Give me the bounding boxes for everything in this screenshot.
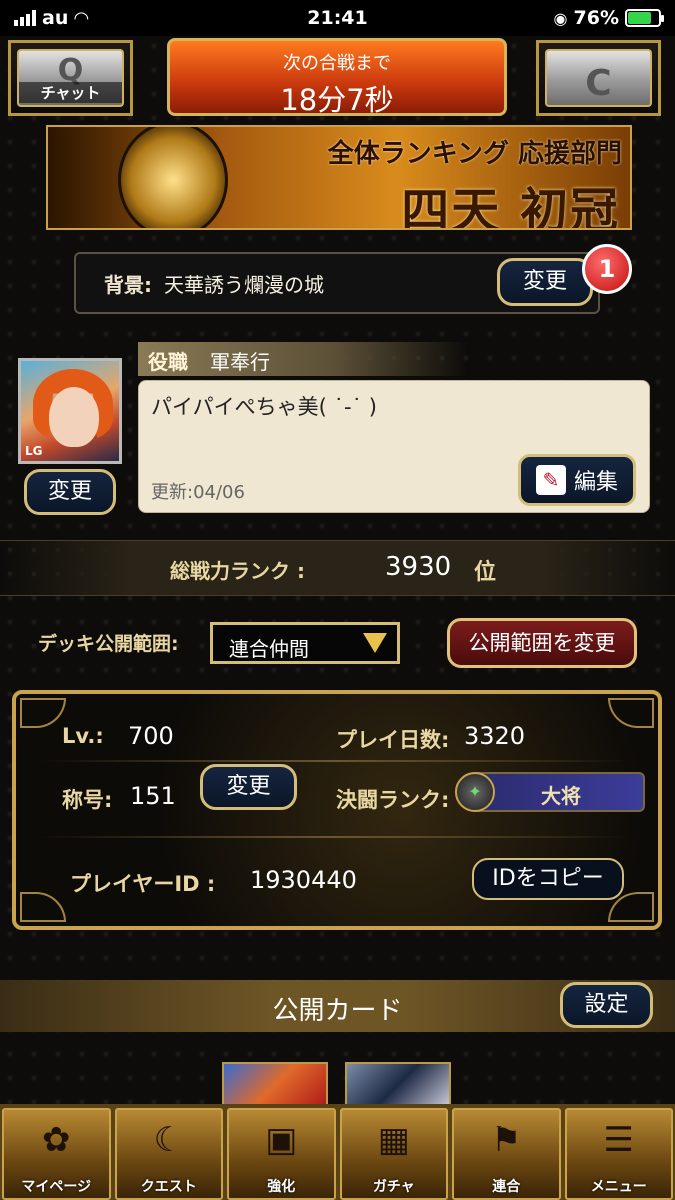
role-bar: 役職 軍奉行 xyxy=(138,342,468,376)
chat-button[interactable]: Q チャット xyxy=(8,40,133,116)
deck-scope-value: 連合仲間 xyxy=(229,637,309,661)
nav-label: メニュー xyxy=(590,1179,647,1195)
title-value: 151 xyxy=(130,782,176,810)
notification-badge: 1 xyxy=(582,244,632,294)
nav-enhance[interactable]: ▣ 強化 xyxy=(227,1108,336,1200)
bottom-navigation: ✿ マイページ ☾ クエスト ▣ 強化 ▦ ガチャ ⚑ 連合 ☰ メニュー xyxy=(0,1104,675,1200)
status-bar: au ◠ 21:41 ◉ 76% xyxy=(0,0,675,36)
ranking-banner: 全体ランキング 応援部門 四天 初冠 xyxy=(46,125,632,230)
countdown-value: 18分7秒 xyxy=(280,83,394,117)
avatar-change-button[interactable]: 変更 xyxy=(24,469,116,515)
background-label: 背景: xyxy=(104,272,152,297)
fan-icon: ✿ xyxy=(42,1120,71,1160)
countdown-caption: 次の合戦まで xyxy=(283,53,391,74)
avatar[interactable]: LG xyxy=(18,358,122,464)
play-days-value: 3320 xyxy=(464,722,526,750)
play-days-label: プレイ日数: xyxy=(336,728,450,752)
copy-id-button[interactable]: IDをコピー xyxy=(472,858,624,900)
total-power-rank: 総戦力ランク : 3930 位 xyxy=(0,540,675,596)
scythe-icon: ☾ xyxy=(153,1120,184,1160)
corner-ornament xyxy=(20,892,66,922)
profile-updated: 更新:04/06 xyxy=(151,482,245,503)
edit-message-button[interactable]: ✎ 編集 xyxy=(518,454,636,506)
nav-mypage[interactable]: ✿ マイページ xyxy=(2,1108,111,1200)
level-value: 700 xyxy=(128,722,174,750)
flags-icon: ⚑ xyxy=(491,1120,522,1160)
rank-label: 総戦力ランク : xyxy=(170,559,305,583)
avatar-face xyxy=(49,387,99,447)
background-change-button[interactable]: 変更 xyxy=(497,258,593,306)
public-card-thumbnail[interactable] xyxy=(222,1062,328,1108)
banner-title: 全体ランキング 応援部門 xyxy=(327,139,622,169)
screen-icon: ▦ xyxy=(377,1120,410,1160)
profile-message: パイパイぺちゃ美( ˙-˙ ) xyxy=(151,395,377,419)
avatar-rarity: LG xyxy=(25,444,43,458)
refresh-icon: C xyxy=(585,63,612,104)
chat-label: チャット xyxy=(19,82,122,103)
divider xyxy=(40,836,630,838)
rank-unit: 位 xyxy=(474,560,497,585)
edit-label: 編集 xyxy=(573,470,618,495)
gunbai-emblem-icon xyxy=(118,127,228,228)
nav-gacha[interactable]: ▦ ガチャ xyxy=(339,1108,448,1200)
duel-rank-value: 大将 xyxy=(541,784,581,808)
corner-ornament xyxy=(608,698,654,728)
rank-value: 3930 xyxy=(385,552,452,582)
role-label: 役職 xyxy=(148,350,188,374)
battle-countdown: 次の合戦まで 18分7秒 xyxy=(167,38,507,117)
menu-icon: ☰ xyxy=(603,1120,634,1160)
nav-quest[interactable]: ☾ クエスト xyxy=(114,1108,223,1200)
player-id-value: 1930440 xyxy=(250,866,357,894)
battery-icon xyxy=(625,9,664,27)
duel-rank-label: 決闘ランク: xyxy=(336,788,450,812)
duel-rank-medal-icon: ✦ xyxy=(455,772,495,812)
title-label: 称号: xyxy=(62,788,113,812)
duel-rank-badge: ✦ 大将 xyxy=(455,772,645,812)
player-id-label: プレイヤーID : xyxy=(70,872,216,896)
nav-label: 連合 xyxy=(492,1179,521,1195)
nav-label: 強化 xyxy=(267,1179,296,1195)
dropdown-arrow-icon xyxy=(363,633,387,653)
nav-label: マイページ xyxy=(21,1179,92,1195)
nav-menu[interactable]: ☰ メニュー xyxy=(564,1108,673,1200)
divider xyxy=(40,760,630,762)
nav-label: ガチャ xyxy=(372,1179,415,1195)
nav-alliance[interactable]: ⚑ 連合 xyxy=(452,1108,561,1200)
battery-percent: 76% xyxy=(573,7,619,29)
banner-rank: 四天 初冠 xyxy=(401,183,620,230)
public-card-thumbnail[interactable] xyxy=(345,1062,451,1108)
deck-scope-label: デッキ公開範囲: xyxy=(38,633,179,655)
public-cards-settings-button[interactable]: 設定 xyxy=(560,982,653,1028)
orientation-lock-icon: ◉ xyxy=(553,8,568,28)
edit-icon: ✎ xyxy=(535,465,566,495)
title-change-button[interactable]: 変更 xyxy=(200,764,297,810)
role-value: 軍奉行 xyxy=(210,350,270,374)
nav-label: クエスト xyxy=(140,1179,197,1195)
refresh-button[interactable]: C xyxy=(536,40,661,116)
change-scope-button[interactable]: 公開範囲を変更 xyxy=(447,618,637,668)
corner-ornament xyxy=(20,698,66,728)
background-value: 天華誘う爛漫の城 xyxy=(164,272,324,297)
deck-scope-select[interactable]: 連合仲間 xyxy=(210,622,400,664)
cards-icon: ▣ xyxy=(265,1120,298,1160)
level-label: Lv.: xyxy=(62,724,104,748)
